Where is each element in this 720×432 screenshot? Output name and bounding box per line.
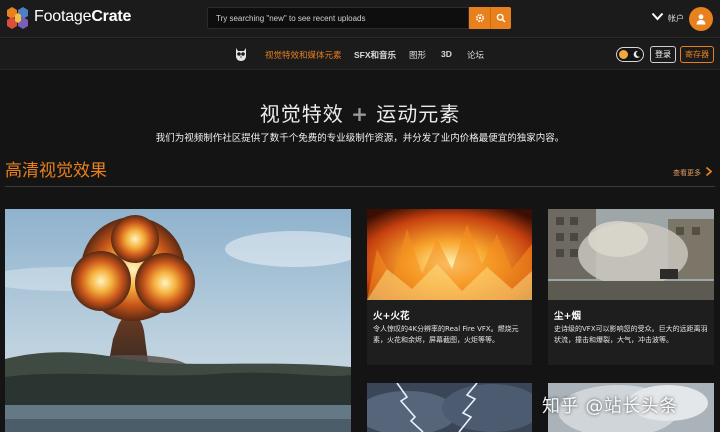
moon-icon [633, 50, 640, 58]
section-divider [5, 186, 715, 187]
dust-thumbnail [548, 209, 714, 300]
sun-icon [619, 50, 628, 59]
brand-name[interactable]: FootageCrate [34, 8, 131, 26]
gear-icon [475, 13, 484, 23]
login-button[interactable]: 登录 [650, 46, 676, 63]
card-title: 尘+烟 [554, 311, 581, 322]
user-icon [696, 14, 706, 25]
nav-item-vfx[interactable]: 视觉特效和媒体元素 [265, 49, 342, 61]
card-description: 史诗级的VFX可以影响您的受众。巨大的远距离羽状流，撞击和爆裂，大气，冲击波等。 [554, 325, 708, 344]
lightning-thumbnail [367, 383, 532, 432]
hero-subtitle: 我们为视频制作社区提供了数千个免费的专业级制作资源，并分发了业内价格最便宜的独家… [155, 133, 565, 144]
card-title: 火+火花 [373, 311, 410, 322]
register-button[interactable]: 寄存器 [680, 46, 714, 63]
account-label[interactable]: 帐户 [668, 13, 684, 24]
section-title: 高清视觉效果 [5, 161, 107, 181]
fire-sparks-card[interactable]: 火+火花 令人惊叹的4K分辨率的Real Fire VFX。燃烧元素，火花和余烬… [367, 209, 532, 365]
chevron-right-icon[interactable] [705, 166, 713, 177]
brand-part-2: Crate [91, 8, 132, 25]
search-settings-button[interactable] [469, 7, 490, 29]
featured-explosion-card[interactable] [5, 209, 351, 432]
see-more-link[interactable]: 查看更多 [673, 168, 701, 178]
hero-title-left: 视觉特效 [259, 102, 344, 126]
watermark: 知乎 @站长头条 [542, 396, 678, 417]
nav-item-forum[interactable]: 论坛 [467, 49, 484, 61]
footagecrate-logo-icon[interactable] [6, 6, 30, 30]
search-icon [496, 13, 506, 23]
lightning-card[interactable] [367, 383, 532, 432]
top-header: FootageCrate 帐户 [0, 0, 720, 38]
hero-title-plus: + [351, 102, 369, 126]
avatar[interactable] [689, 7, 713, 31]
hero-title-right: 运动元素 [376, 102, 461, 126]
theme-toggle[interactable] [616, 47, 644, 62]
main-nav: 视觉特效和媒体元素 SFX和音乐 图形 3D 论坛 登录 寄存器 [0, 39, 720, 70]
explosion-thumbnail [5, 209, 351, 432]
chevron-down-icon[interactable] [651, 12, 664, 21]
card-description: 令人惊叹的4K分辨率的Real Fire VFX。燃烧元素，火花和余烬，屏幕截图… [373, 325, 519, 344]
owl-logo-icon[interactable] [233, 46, 249, 62]
brand-part-1: Footage [34, 8, 92, 25]
fire-thumbnail [367, 209, 532, 300]
dust-smoke-card[interactable]: 尘+烟 史诗级的VFX可以影响您的受众。巨大的远距离羽状流，撞击和爆裂，大气，冲… [548, 209, 714, 365]
nav-item-sfx[interactable]: SFX和音乐 [354, 49, 396, 61]
nav-item-3d[interactable]: 3D [441, 49, 452, 59]
search-input[interactable] [207, 7, 469, 29]
search-button[interactable] [490, 7, 511, 29]
nav-item-graphics[interactable]: 图形 [409, 49, 426, 61]
hero-title: 视觉特效 + 运动元素 [0, 98, 720, 127]
